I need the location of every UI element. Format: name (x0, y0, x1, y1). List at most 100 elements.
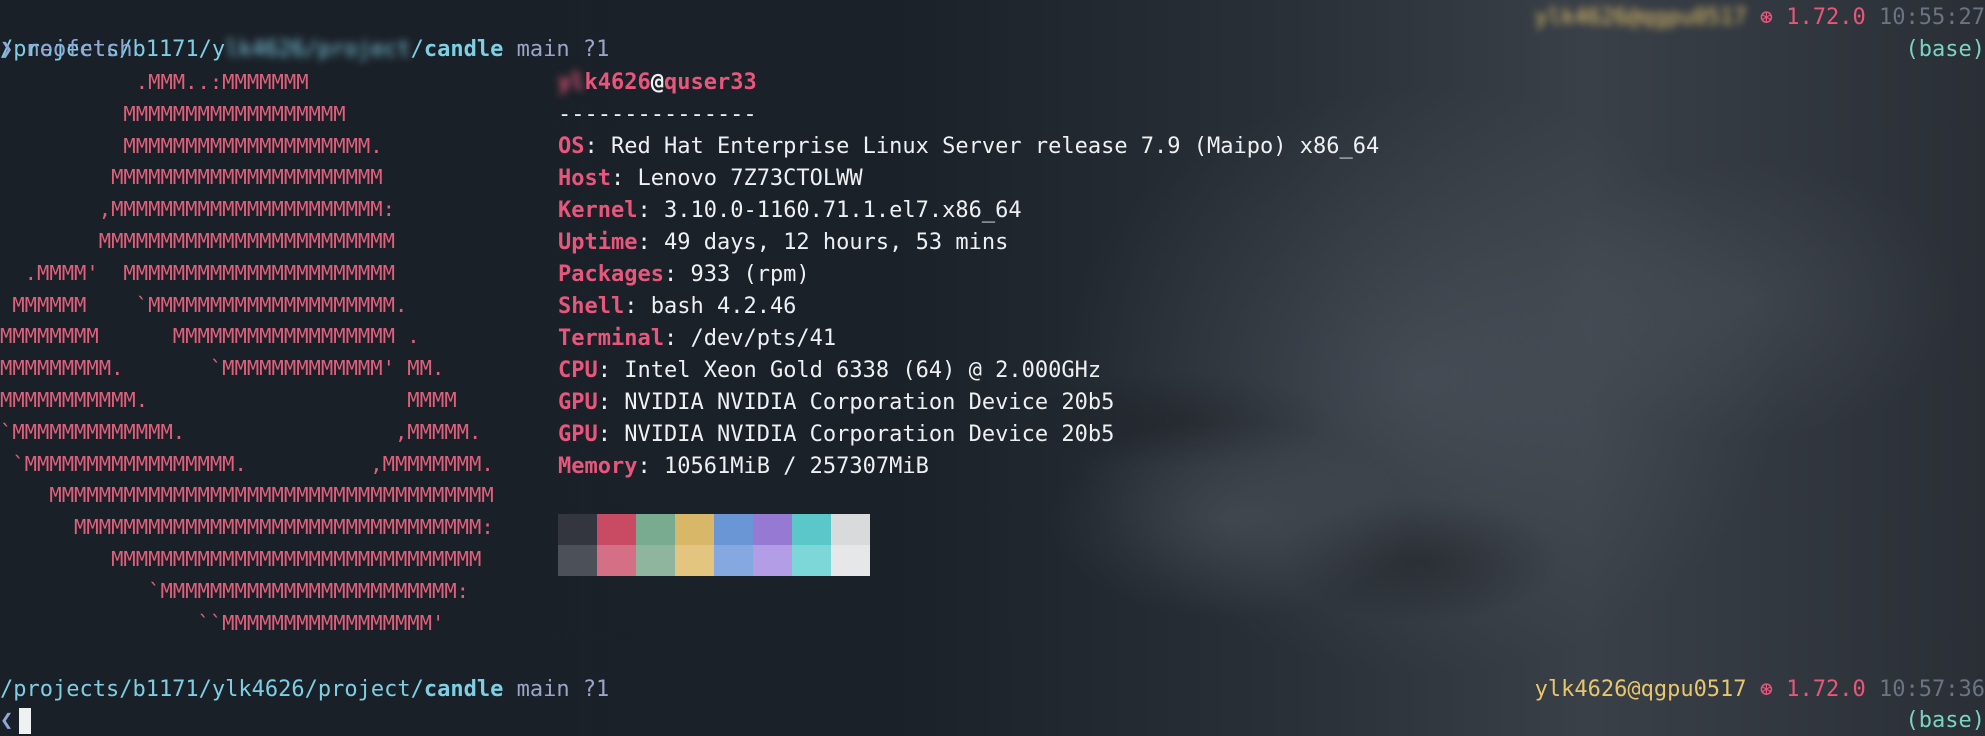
title-underline: --------------- (558, 102, 757, 127)
prompt-path-redacted: lk4626/project (225, 37, 411, 62)
info-key: Terminal (558, 326, 664, 351)
info-value: Intel Xeon Gold 6338 (64) @ 2.000GHz (624, 358, 1102, 383)
info-row: Uptime: 49 days, 12 hours, 53 mins (558, 227, 1379, 259)
ascii-line: MMMMMMMMMMM. MMMM (0, 387, 457, 412)
ascii-line: MMMMMMMMMMMMMMMMMMMMMMMMMMMMMM (0, 546, 482, 571)
palette-bright-row (558, 545, 870, 576)
git-status: ?1 (582, 37, 610, 62)
command-text: neofetch (26, 37, 133, 62)
ascii-line: `MMMMMMMMMMMMMMMMMMMMMMMM: (0, 578, 469, 603)
user-host-bottom: ylk4626@qgpu0517 (1534, 677, 1747, 702)
user-host-redacted: ylk4626@qgpu0517 (1534, 5, 1747, 30)
ascii-line: MMMMMM `MMMMMMMMMMMMMMMMMMMM. (0, 292, 408, 317)
info-row: Host: Lenovo 7Z73CTOLWW (558, 163, 1379, 195)
info-row: GPU: NVIDIA NVIDIA Corporation Device 20… (558, 387, 1379, 419)
palette-swatch-normal (792, 514, 831, 545)
palette-swatch-normal (831, 514, 870, 545)
ascii-line: ``MMMMMMMMMMMMMMMMM' (0, 610, 445, 635)
user-host-title: ylk4626@quser33 (558, 67, 1379, 99)
input-line[interactable]: ❮ (0, 705, 32, 736)
palette-swatch-bright (714, 545, 753, 576)
palette-swatch-normal (753, 514, 792, 545)
redhat-ascii-logo: .MMM..:MMMMMMM MMMMMMMMMMMMMMMMMM MMMMMM… (0, 67, 494, 639)
prompt-right-bottom: ylk4626@qgpu0517 ⊛ 1.72.0 10:57:36 (1535, 674, 1985, 706)
info-value: /dev/pts/41 (690, 326, 837, 351)
color-palette (558, 514, 870, 576)
info-user: k4626 (584, 70, 651, 95)
rust-version-icon-bottom: ⊛ (1759, 677, 1774, 702)
info-key: OS (558, 134, 585, 159)
info-separator: : (637, 454, 664, 479)
prompt-time: 10:55:27 (1879, 5, 1985, 30)
info-row: Shell: bash 4.2.46 (558, 291, 1379, 323)
info-separator: : (663, 262, 691, 287)
info-key: GPU (558, 422, 598, 447)
prompt-line-top: /projects/b1171/ylk4626/project/candle m… (0, 2, 609, 62)
prompt-path-sep: / (410, 37, 424, 62)
info-separator: : (637, 230, 664, 255)
ascii-line: MMMMMMMMMMMMMMMMMMMMMMMM (0, 228, 395, 253)
palette-swatch-normal (597, 514, 636, 545)
info-row: Memory: 10561MiB / 257307MiB (558, 451, 1379, 483)
neofetch-info: ylk4626@quser33 --------------- OS: Red … (558, 67, 1379, 483)
prompt-dir-bottom: candle (423, 677, 504, 702)
palette-swatch-bright (792, 545, 831, 576)
info-key: Packages (558, 262, 664, 287)
prompt-right-top: ylk4626@qgpu0517 ⊛ 1.72.0 10:55:27 (1535, 2, 1985, 34)
env-badge-bottom: (base) (1906, 705, 1985, 736)
info-separator: : (597, 390, 625, 415)
info-separator: : (610, 166, 638, 191)
info-separator: : (637, 198, 664, 223)
info-row: Terminal: /dev/pts/41 (558, 323, 1379, 355)
text-cursor[interactable] (19, 708, 32, 734)
palette-swatch-normal (558, 514, 597, 545)
palette-swatch-normal (675, 514, 714, 545)
info-value: 933 (rpm) (690, 262, 810, 287)
info-key: GPU (558, 390, 598, 415)
git-branch-bottom: main (516, 677, 570, 702)
palette-normal-row (558, 514, 870, 545)
info-separator: : (584, 134, 611, 159)
info-value: 49 days, 12 hours, 53 mins (663, 230, 1009, 255)
info-at: @ (650, 70, 664, 95)
prompt-arrow-icon-bottom: ❮ (0, 708, 14, 733)
info-value: 3.10.0-1160.71.1.el7.x86_64 (663, 198, 1022, 223)
palette-swatch-bright (558, 545, 597, 576)
rust-version-bottom: 1.72.0 (1786, 677, 1866, 702)
palette-swatch-bright (636, 545, 675, 576)
info-key: Host (558, 166, 611, 191)
ascii-line: MMMMMMMMMMMMMMMMMMMMMM (0, 165, 383, 190)
info-key: CPU (558, 358, 598, 383)
git-status-bottom: ?1 (582, 677, 610, 702)
conda-env-bottom: (base) (1905, 708, 1985, 733)
palette-swatch-bright (831, 545, 870, 576)
ascii-line: .MMMM' MMMMMMMMMMMMMMMMMMMMMM (0, 260, 395, 285)
prompt-path-prefix-bottom: /projects/b1171/ylk4626/project/ (0, 677, 424, 702)
info-key: Shell (558, 294, 625, 319)
ascii-line: MMMMMMMMMMMMMMMMMMMMMMMMMMMMMMMMM: (0, 515, 494, 540)
command-line: ❯ neofetch (0, 34, 132, 66)
ascii-line: MMMMMMMMMMMMMMMMMMMM. (0, 133, 383, 158)
info-row: CPU: Intel Xeon Gold 6338 (64) @ 2.000GH… (558, 355, 1379, 387)
palette-swatch-normal (714, 514, 753, 545)
palette-swatch-bright (675, 545, 714, 576)
env-badge-top: (base) (1906, 34, 1985, 66)
info-value: Lenovo 7Z73CTOLWW (637, 166, 863, 191)
prompt-dir: candle (423, 37, 504, 62)
ascii-line: `MMMMMMMMMMMMMMMMM. ,MMMMMMMM. (0, 451, 494, 476)
info-separator: : (597, 422, 625, 447)
ascii-line: MMMMMMMMM. `MMMMMMMMMMMMM' MM. (0, 356, 445, 381)
palette-swatch-normal (636, 514, 675, 545)
info-key: Kernel (558, 198, 638, 223)
info-key: Uptime (558, 230, 638, 255)
conda-env: (base) (1905, 37, 1985, 62)
info-value: Red Hat Enterprise Linux Server release … (611, 134, 1380, 159)
prompt-arrow-icon: ❯ (0, 37, 14, 62)
info-row: OS: Red Hat Enterprise Linux Server rele… (558, 131, 1379, 163)
info-key: Memory (558, 454, 638, 479)
palette-swatch-bright (597, 545, 636, 576)
info-row: Packages: 933 (rpm) (558, 259, 1379, 291)
ascii-line: ,MMMMMMMMMMMMMMMMMMMMMM: (0, 197, 395, 222)
info-value: NVIDIA NVIDIA Corporation Device 20b5 (624, 390, 1115, 415)
info-separator: : (624, 294, 651, 319)
